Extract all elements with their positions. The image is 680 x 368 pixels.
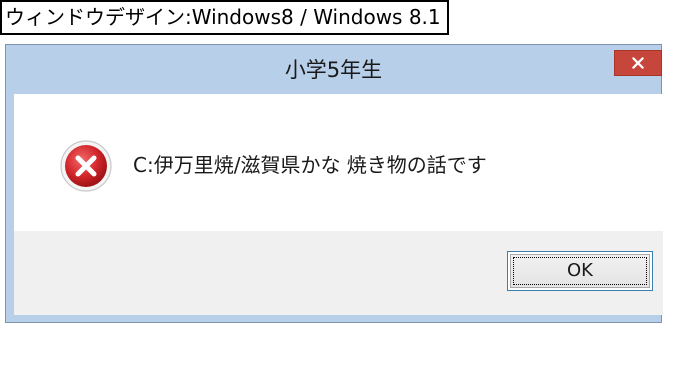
- ok-button[interactable]: OK: [507, 251, 653, 291]
- dialog-content: C:伊万里焼/滋賀県かな 焼き物の話です: [14, 94, 663, 231]
- close-button[interactable]: [614, 50, 662, 76]
- close-icon: [632, 57, 644, 69]
- ok-button-label: OK: [567, 260, 593, 281]
- message-dialog: 小学5年生 C:伊万里焼/滋賀県かな 焼き物の話です OK: [5, 44, 663, 323]
- dialog-footer: OK: [14, 231, 663, 315]
- title-bar[interactable]: 小学5年生: [6, 45, 662, 94]
- error-message: C:伊万里焼/滋賀県かな 焼き物の話です: [133, 153, 487, 177]
- error-icon: [60, 140, 112, 192]
- caption-label: ウィンドウデザイン:Windows8 / Windows 8.1: [0, 0, 449, 35]
- dialog-title: 小学5年生: [284, 58, 383, 82]
